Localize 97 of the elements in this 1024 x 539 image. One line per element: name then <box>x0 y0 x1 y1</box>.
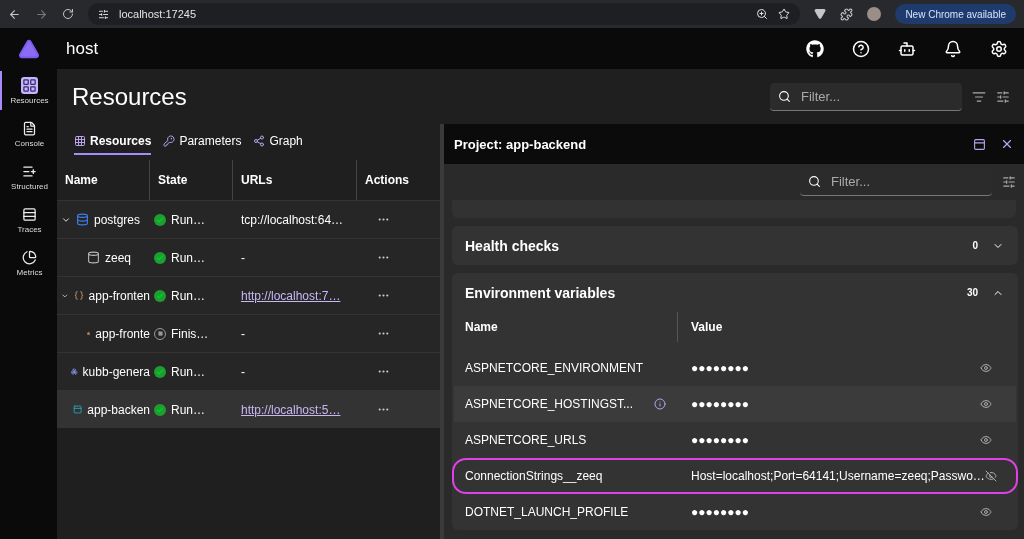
database-icon <box>76 213 89 226</box>
table-row[interactable]: kubb-genera Run… - <box>57 352 440 390</box>
resource-state: Run… <box>171 212 205 227</box>
resource-url: tcp://localhost:64… <box>241 212 344 227</box>
resource-url: - <box>241 326 245 341</box>
github-icon[interactable] <box>806 39 824 58</box>
resource-name: kubb-genera <box>82 364 150 379</box>
console-nav-icon <box>22 120 37 136</box>
url-link[interactable]: http://localhost:5… <box>241 402 341 417</box>
resource-url: - <box>241 250 245 265</box>
extensions-icon[interactable] <box>840 7 854 21</box>
eye-icon[interactable] <box>980 506 992 518</box>
zoom-icon[interactable] <box>756 8 769 20</box>
tab[interactable]: Resources <box>74 129 152 155</box>
section-count: 30 <box>966 287 978 298</box>
filter-icon[interactable] <box>972 89 986 104</box>
tab[interactable]: Graph <box>253 129 303 155</box>
resource-url: - <box>241 364 245 379</box>
address-bar[interactable]: localhost:17245 <box>88 3 801 25</box>
avatar[interactable] <box>867 7 882 21</box>
back-icon[interactable] <box>8 7 21 21</box>
resources-nav-icon <box>22 77 37 93</box>
graph-icon <box>253 134 266 147</box>
forward-icon[interactable] <box>35 7 48 21</box>
sidebar-item[interactable]: Metrics <box>0 243 57 282</box>
close-icon[interactable] <box>1000 137 1014 151</box>
search-icon <box>778 89 791 103</box>
resource-state: Finis… <box>171 326 209 341</box>
help-icon[interactable] <box>852 39 870 58</box>
sidebar-item[interactable]: Console <box>0 114 57 153</box>
variable-value: ●●●●●●●● <box>690 361 750 375</box>
variable-name: ASPNETCORE_HOSTINGST... <box>465 397 634 411</box>
resource-name: postgres <box>94 212 141 227</box>
column-header: Value <box>690 319 724 336</box>
eye-icon[interactable] <box>980 362 992 374</box>
filter-field[interactable]: Filter... <box>770 82 962 111</box>
resource-state: Run… <box>171 250 205 265</box>
settings-icon[interactable] <box>990 39 1008 58</box>
resource-state: Run… <box>171 288 205 303</box>
resource-name: zeeq <box>105 250 132 265</box>
page-title: Resources <box>72 82 188 111</box>
section-title: Health checks <box>465 237 561 254</box>
sidebar-item[interactable]: Structured <box>0 157 57 196</box>
resource-state: Run… <box>171 402 205 417</box>
traces-nav-icon <box>22 206 37 222</box>
metrics-nav-icon <box>22 249 37 265</box>
structured-nav-icon <box>22 163 37 179</box>
database-icon <box>87 251 100 264</box>
section-count: 0 <box>972 240 978 251</box>
variable-name: ConnectionStrings__zeeq <box>465 469 603 483</box>
column-header: Name <box>452 312 678 342</box>
eye-icon[interactable] <box>980 398 992 410</box>
table-row[interactable]: app-backen Run… http://localhost:5… <box>57 390 440 428</box>
layout-icon[interactable] <box>973 137 986 151</box>
sliders-icon[interactable] <box>1002 175 1016 189</box>
info-icon[interactable] <box>654 398 666 410</box>
tab[interactable]: Parameters <box>163 129 242 155</box>
logo-icon[interactable] <box>18 37 40 60</box>
variable-name: ASPNETCORE_URLS <box>465 433 587 447</box>
panel-title: Project: app-backend <box>454 136 588 152</box>
window-icon <box>73 403 83 416</box>
resource-state: Run… <box>171 364 205 379</box>
eye-icon[interactable] <box>980 434 992 446</box>
resource-name: app-fronte <box>95 326 150 341</box>
column-header: Actions <box>364 172 410 189</box>
sidebar-item[interactable]: Traces <box>0 200 57 239</box>
resource-name: app-backen <box>87 402 150 417</box>
eye-off-icon[interactable] <box>984 470 997 482</box>
variable-value: Host=localhost;Port=64141;Username=zeeq;Passwo… <box>690 469 985 483</box>
table-row[interactable]: zeeq Run… - <box>57 238 440 276</box>
robot-icon[interactable] <box>898 39 916 58</box>
search-icon <box>808 175 821 188</box>
section-title: Environment variables <box>465 284 617 301</box>
variable-value: ●●●●●●●● <box>690 397 750 411</box>
table-row[interactable]: postgres Run… tcp://localhost:64… <box>57 200 440 238</box>
update-button[interactable]: New Chrome available <box>895 4 1016 24</box>
bell-icon[interactable] <box>944 39 962 58</box>
variable-value: ●●●●●●●● <box>690 505 750 519</box>
table-row[interactable]: app-fronten Run… http://localhost:7… <box>57 276 440 314</box>
url-link[interactable]: http://localhost:7… <box>241 288 341 303</box>
filter-input[interactable]: Filter... <box>829 173 984 190</box>
variable-value: ●●●●●●●● <box>690 433 750 447</box>
filter-input[interactable]: Filter... <box>799 87 954 105</box>
reload-icon[interactable] <box>62 8 74 20</box>
grid-icon <box>74 134 86 147</box>
url-text: localhost:17245 <box>119 8 198 20</box>
triangle-icon[interactable] <box>814 8 827 20</box>
variable-name: DOTNET_LAUNCH_PROFILE <box>465 505 629 519</box>
site-settings-icon[interactable] <box>98 8 109 20</box>
star-icon[interactable] <box>778 8 791 20</box>
resource-name: app-fronten <box>88 288 150 303</box>
key-icon <box>163 134 176 147</box>
variable-name: ASPNETCORE_ENVIRONMENT <box>465 361 644 375</box>
code-icon <box>73 289 84 302</box>
sliders-icon[interactable] <box>996 89 1010 104</box>
table-row[interactable]: app-fronte Finis… - <box>57 314 440 352</box>
app-title: host <box>65 38 100 59</box>
